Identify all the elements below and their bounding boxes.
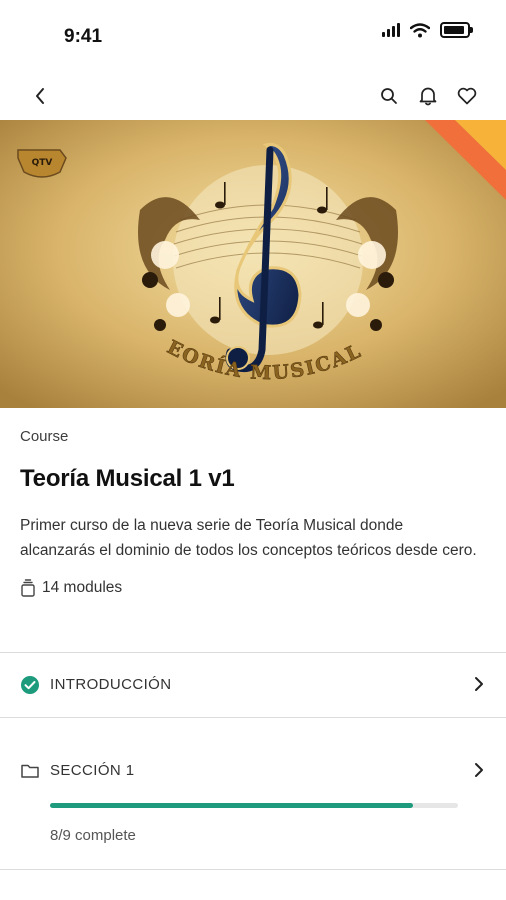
wifi-icon xyxy=(410,22,430,37)
back-button[interactable] xyxy=(22,78,58,114)
course-info: Course Teoría Musical 1 v1 Primer curso … xyxy=(20,418,490,597)
chevron-right-icon xyxy=(475,763,483,777)
section-progress-fill xyxy=(50,803,413,808)
chevron-right-icon xyxy=(475,677,483,691)
notifications-button[interactable] xyxy=(410,78,446,114)
back-chevron-icon xyxy=(36,88,44,104)
signal-icon xyxy=(382,23,400,37)
course-title: Teoría Musical 1 v1 xyxy=(20,465,235,492)
modules-stack-icon xyxy=(21,579,35,597)
search-button[interactable] xyxy=(371,78,407,114)
section-progress-bar xyxy=(50,803,458,808)
modules-count: 14 modules xyxy=(20,579,490,597)
divider xyxy=(0,717,506,718)
modules-count-text: 14 modules xyxy=(42,579,123,596)
top-nav-bar xyxy=(0,70,506,120)
divider xyxy=(0,869,506,870)
course-type-label: Course xyxy=(20,428,69,445)
qtv-badge-logo: QTV xyxy=(17,149,67,178)
section-row-introduccion[interactable]: INTRODUCCIÓN xyxy=(0,653,506,717)
folder-icon xyxy=(21,764,39,778)
section-progress-text: 8/9 complete xyxy=(50,827,136,844)
battery-icon xyxy=(440,22,473,38)
check-circle-icon xyxy=(21,676,39,694)
course-banner-image: QTV TEORÍA MUSICAL 1 xyxy=(0,120,506,408)
status-icons xyxy=(382,22,473,38)
section-label: INTRODUCCIÓN xyxy=(50,676,172,693)
heart-icon xyxy=(457,87,477,105)
course-description: Primer curso de la nueva serie de Teoría… xyxy=(20,517,477,559)
favorite-button[interactable] xyxy=(449,78,485,114)
search-icon xyxy=(381,88,397,104)
section-label: SECCIÓN 1 xyxy=(50,762,135,779)
status-time: 9:41 xyxy=(64,26,103,47)
status-bar: 9:41 xyxy=(0,0,506,70)
svg-text:QTV: QTV xyxy=(32,158,53,168)
bell-icon xyxy=(419,87,437,106)
section-row-seccion-1[interactable]: SECCIÓN 1 xyxy=(0,739,506,803)
